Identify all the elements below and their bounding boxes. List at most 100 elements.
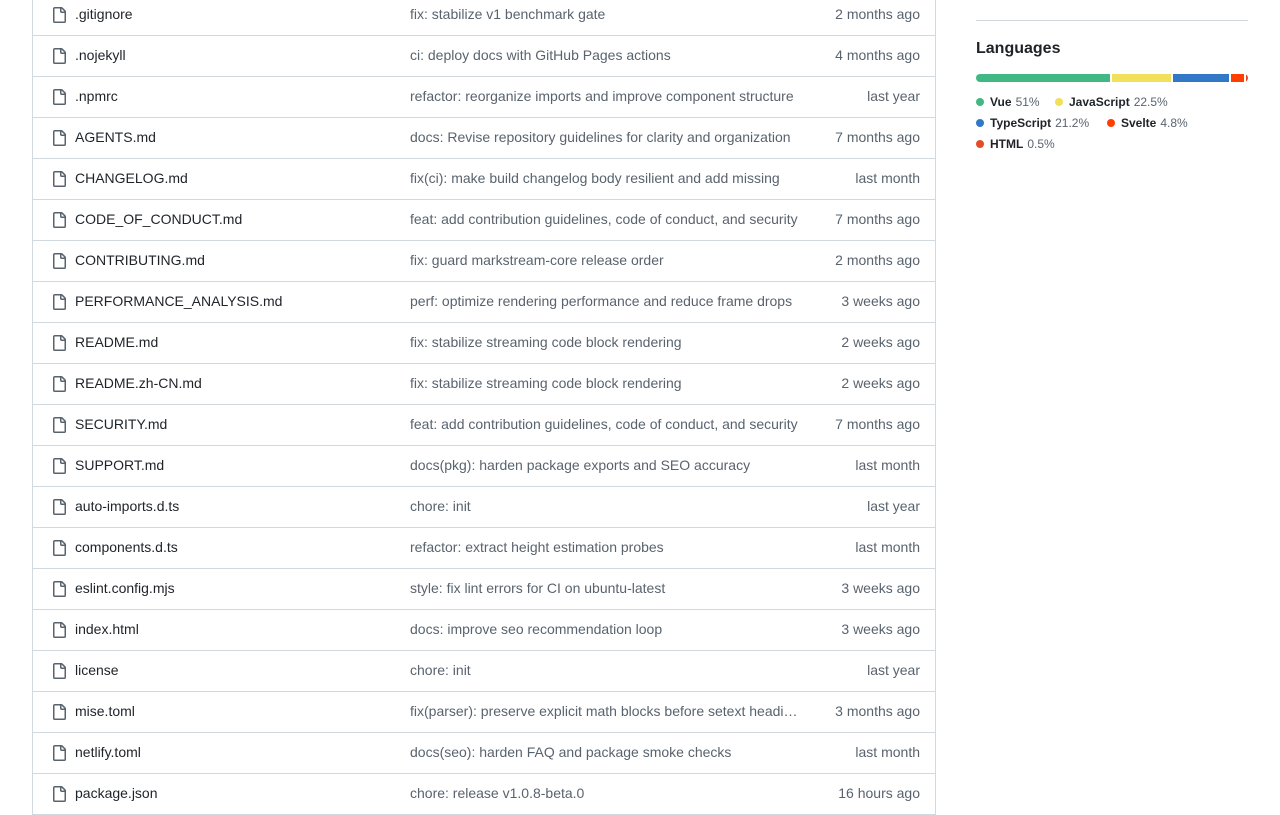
file-row[interactable]: AGENTS.md docs: Revise repository guideli… [33, 118, 935, 159]
commit-message-link[interactable]: perf: optimize rendering performance and… [410, 293, 800, 309]
file-row[interactable]: README.md fix: stabilize streaming code b… [33, 323, 935, 364]
file-row[interactable]: index.html docs: improve seo recommendati… [33, 610, 935, 651]
commit-date: last month [855, 170, 920, 186]
file-name-link[interactable]: README.zh-CN.md [75, 375, 202, 391]
language-name: Svelte [1121, 116, 1157, 130]
file-row[interactable]: CONTRIBUTING.md fix: guard markstream-cor… [33, 241, 935, 282]
file-row[interactable]: CHANGELOG.md fix(ci): make build changelo… [33, 159, 935, 200]
file-icon [51, 212, 67, 228]
file-row[interactable]: SECURITY.md feat: add contribution guidel… [33, 405, 935, 446]
language-percent: 4.8% [1160, 116, 1188, 130]
file-name-link[interactable]: SECURITY.md [75, 416, 167, 432]
commit-message-link[interactable]: style: fix lint errors for CI on ubuntu-… [410, 580, 800, 596]
commit-message-link[interactable]: fix: stabilize streaming code block rend… [410, 375, 800, 391]
file-name-link[interactable]: index.html [75, 621, 139, 637]
file-name-link[interactable]: AGENTS.md [75, 129, 156, 145]
file-name-link[interactable]: CONTRIBUTING.md [75, 252, 205, 268]
language-percent: 0.5% [1027, 137, 1055, 151]
sidebar-divider [976, 20, 1248, 21]
file-name-link[interactable]: .npmrc [75, 88, 118, 104]
commit-message-link[interactable]: chore: release v1.0.8-beta.0 [410, 785, 800, 801]
language-item[interactable]: HTML 0.5% [976, 136, 1055, 152]
file-row[interactable]: package.json chore: release v1.0.8-beta.0… [33, 774, 935, 815]
commit-date: 4 months ago [835, 47, 920, 63]
file-icon [51, 7, 67, 23]
commit-date: 3 weeks ago [841, 621, 920, 637]
language-bar-segment [976, 74, 1111, 82]
file-row[interactable]: auto-imports.d.ts chore: init last year [33, 487, 935, 528]
file-name-link[interactable]: .nojekyll [75, 47, 126, 63]
file-row[interactable]: .gitignore fix: stabilize v1 benchmark ga… [33, 0, 935, 36]
language-bar-segment [1112, 74, 1172, 82]
language-name: TypeScript [990, 116, 1052, 130]
commit-message-link[interactable]: fix(parser): preserve explicit math bloc… [410, 703, 800, 719]
file-name-link[interactable]: PERFORMANCE_ANALYSIS.md [75, 293, 282, 309]
file-name-link[interactable]: mise.toml [75, 703, 135, 719]
languages-heading: Languages [976, 40, 1061, 57]
language-bar-segment [1231, 74, 1244, 82]
language-item[interactable]: JavaScript 22.5% [1055, 94, 1168, 110]
file-icon [51, 294, 67, 310]
file-name-link[interactable]: license [75, 662, 119, 678]
commit-date: 2 months ago [835, 252, 920, 268]
commit-message-link[interactable]: feat: add contribution guidelines, code … [410, 416, 800, 432]
commit-date: last year [867, 498, 920, 514]
file-row[interactable]: .npmrc refactor: reorganize imports and i… [33, 77, 935, 118]
file-icon [51, 335, 67, 351]
file-name-link[interactable]: package.json [75, 785, 158, 801]
file-list: .gitignore fix: stabilize v1 benchmark ga… [32, 0, 936, 815]
commit-message-link[interactable]: refactor: extract height estimation prob… [410, 539, 800, 555]
file-icon [51, 745, 67, 761]
language-item[interactable]: Vue 51% [976, 94, 1040, 110]
commit-message-link[interactable]: fix(ci): make build changelog body resil… [410, 170, 800, 186]
file-name-link[interactable]: .gitignore [75, 6, 133, 22]
language-name: JavaScript [1069, 95, 1130, 109]
file-row[interactable]: license chore: init last year [33, 651, 935, 692]
file-icon [51, 89, 67, 105]
file-name-link[interactable]: CODE_OF_CONDUCT.md [75, 211, 242, 227]
file-name-link[interactable]: eslint.config.mjs [75, 580, 175, 596]
file-icon [51, 130, 67, 146]
languages-bar [976, 74, 1248, 82]
file-name-link[interactable]: netlify.toml [75, 744, 141, 760]
commit-message-link[interactable]: fix: guard markstream-core release order [410, 252, 800, 268]
commit-message-link[interactable]: chore: init [410, 662, 800, 678]
file-row[interactable]: netlify.toml docs(seo): harden FAQ and pa… [33, 733, 935, 774]
file-name-link[interactable]: SUPPORT.md [75, 457, 164, 473]
file-icon [51, 704, 67, 720]
commit-message-link[interactable]: docs: Revise repository guidelines for c… [410, 129, 800, 145]
language-percent: 22.5% [1133, 95, 1168, 109]
commit-date: 2 weeks ago [841, 334, 920, 350]
file-row[interactable]: CODE_OF_CONDUCT.md feat: add contribution… [33, 200, 935, 241]
file-row[interactable]: eslint.config.mjs style: fix lint errors … [33, 569, 935, 610]
commit-message-link[interactable]: docs(pkg): harden package exports and SE… [410, 457, 800, 473]
file-name-link[interactable]: components.d.ts [75, 539, 178, 555]
file-row[interactable]: mise.toml fix(parser): preserve explicit … [33, 692, 935, 733]
language-item[interactable]: Svelte 4.8% [1107, 115, 1188, 131]
commit-message-link[interactable]: fix: stabilize streaming code block rend… [410, 334, 800, 350]
language-dot-icon [976, 119, 984, 127]
file-icon [51, 663, 67, 679]
file-row[interactable]: SUPPORT.md docs(pkg): harden package expo… [33, 446, 935, 487]
commit-message-link[interactable]: chore: init [410, 498, 800, 514]
commit-date: 2 months ago [835, 6, 920, 22]
file-name-link[interactable]: CHANGELOG.md [75, 170, 188, 186]
file-row[interactable]: .nojekyll ci: deploy docs with GitHub Pag… [33, 36, 935, 77]
commit-message-link[interactable]: fix: stabilize v1 benchmark gate [410, 6, 800, 22]
file-icon [51, 540, 67, 556]
commit-message-link[interactable]: feat: add contribution guidelines, code … [410, 211, 800, 227]
file-icon [51, 417, 67, 433]
commit-message-link[interactable]: ci: deploy docs with GitHub Pages action… [410, 47, 800, 63]
language-dot-icon [976, 98, 984, 106]
file-name-link[interactable]: auto-imports.d.ts [75, 498, 179, 514]
commit-date: 3 weeks ago [841, 580, 920, 596]
file-row[interactable]: README.zh-CN.md fix: stabilize streaming … [33, 364, 935, 405]
language-item[interactable]: TypeScript 21.2% [976, 115, 1089, 131]
file-row[interactable]: components.d.ts refactor: extract height … [33, 528, 935, 569]
file-name-link[interactable]: README.md [75, 334, 158, 350]
file-row[interactable]: PERFORMANCE_ANALYSIS.md perf: optimize re… [33, 282, 935, 323]
commit-message-link[interactable]: refactor: reorganize imports and improve… [410, 88, 800, 104]
commit-date: 7 months ago [835, 416, 920, 432]
commit-message-link[interactable]: docs(seo): harden FAQ and package smoke … [410, 744, 800, 760]
commit-message-link[interactable]: docs: improve seo recommendation loop [410, 621, 800, 637]
